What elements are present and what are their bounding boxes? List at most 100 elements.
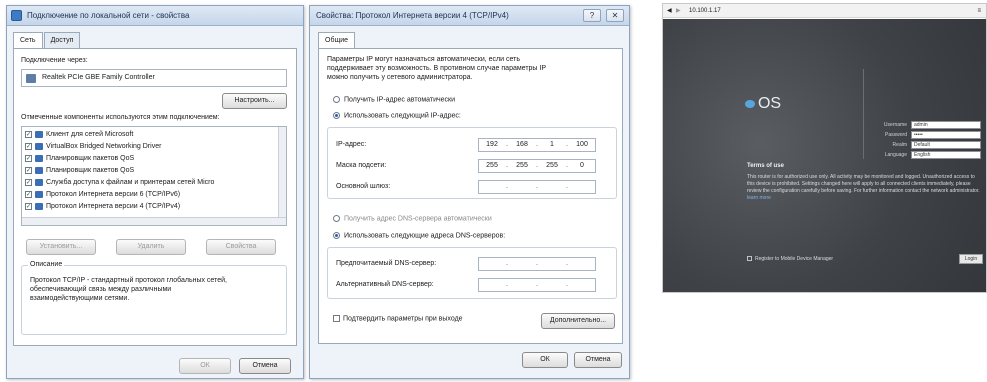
back-icon[interactable]: ◀	[667, 4, 672, 18]
validate-label: Подтвердить параметры при выходе	[343, 315, 463, 323]
components-list[interactable]: ✓ Клиент для сетей Microsoft ✓ VirtualBox B…	[21, 126, 287, 226]
auto-dns-radio[interactable]	[333, 215, 340, 222]
cancel-button[interactable]: Отмена	[239, 358, 291, 374]
login-button[interactable]: Login	[959, 254, 983, 264]
components-hscroll[interactable]	[22, 217, 286, 225]
install-button[interactable]: Установить...	[26, 239, 96, 255]
login-select[interactable]: English	[911, 151, 981, 159]
remove-button[interactable]: Удалить	[116, 239, 186, 255]
close-icon[interactable]: ✕	[606, 9, 624, 22]
component-checkbox[interactable]: ✓	[25, 190, 32, 198]
component-row[interactable]: ✓ Клиент для сетей Microsoft	[22, 129, 286, 141]
manual-ip-option[interactable]: Использовать следующий IP-адрес:	[333, 112, 461, 119]
manual-dns-label: Использовать следующие адреса DNS-сервер…	[344, 232, 506, 240]
address-bar[interactable]: ◀ ▶ 10.100.1.17 ≡	[663, 4, 986, 18]
components-vscroll[interactable]	[278, 127, 286, 217]
ip-octet: 100	[576, 141, 588, 148]
component-label: Протокол Интернета версии 6 (TCP/IPv6)	[46, 191, 181, 198]
component-icon	[35, 190, 43, 198]
ip-address-label: IP-адрес:	[336, 141, 367, 148]
login-field-label: Language	[884, 152, 907, 158]
ok-button[interactable]: ОК	[179, 358, 231, 374]
component-icon	[35, 202, 43, 210]
ip-address-field[interactable]: 192. 168. 1. 100	[478, 138, 596, 152]
gateway-field[interactable]: ...	[478, 180, 596, 194]
configure-button[interactable]: Настроить...	[222, 93, 287, 109]
description-group: Описание Протокол TCP/IP - стандартный п…	[21, 261, 287, 335]
menu-icon[interactable]: ≡	[977, 4, 981, 18]
component-row[interactable]: ✓ Планировщик пакетов QoS	[22, 165, 286, 177]
forward-icon[interactable]: ▶	[676, 4, 681, 18]
manual-ip-radio[interactable]	[333, 112, 340, 119]
cancel-button[interactable]: Отмена	[574, 352, 622, 368]
advanced-button[interactable]: Дополнительно...	[541, 313, 615, 329]
component-row[interactable]: ✓ Протокол Интернета версии 6 (TCP/IPv6)	[22, 189, 286, 201]
ok-button[interactable]: ОК	[522, 352, 568, 368]
window-title: Подключение по локальной сети - свойства	[27, 11, 190, 20]
mask-octet: 255	[486, 162, 498, 169]
auto-ip-option[interactable]: Получить IP-адрес автоматически	[333, 96, 455, 103]
ip-group: IP-адрес: 192. 168. 1. 100 Маска подсети…	[327, 127, 617, 199]
component-row[interactable]: ✓ VirtualBox Bridged Networking Driver	[22, 141, 286, 153]
tab-general[interactable]: Общие	[318, 32, 356, 49]
component-label: Служба доступа к файлам и принтерам сете…	[46, 179, 215, 186]
auto-dns-label: Получить адрес DNS-сервера автоматически	[344, 215, 492, 223]
mask-octet: 0	[580, 162, 584, 169]
component-label: Планировщик пакетов QoS	[46, 155, 135, 162]
tab-network[interactable]: Сеть	[13, 32, 43, 49]
ipv4-properties-titlebar[interactable]: Свойства: Протокол Интернета версии 4 (T…	[310, 6, 629, 26]
manual-dns-option[interactable]: Использовать следующие адреса DNS-сервер…	[333, 232, 505, 239]
component-icon	[35, 130, 43, 138]
component-icon	[35, 166, 43, 174]
connection-properties-window: Подключение по локальной сети - свойства…	[6, 5, 304, 379]
properties-button[interactable]: Свойства	[206, 239, 276, 255]
description-text: Протокол TCP/IP - стандартный протокол г…	[30, 277, 227, 302]
general-tab-panel: Параметры IP могут назначаться автоматич…	[318, 48, 623, 344]
validate-option[interactable]: Подтвердить параметры при выходе	[333, 315, 463, 322]
connection-properties-titlebar[interactable]: Подключение по локальной сети - свойства	[7, 6, 303, 26]
validate-checkbox[interactable]	[333, 315, 340, 322]
component-checkbox[interactable]: ✓	[25, 142, 32, 150]
adapter-icon	[26, 74, 36, 83]
preferred-dns-field[interactable]: ...	[478, 257, 596, 271]
component-row[interactable]: ✓ Протокол Интернета версии 4 (TCP/IPv4)	[22, 201, 286, 213]
auto-dns-option[interactable]: Получить адрес DNS-сервера автоматически	[333, 215, 492, 222]
login-input[interactable]: admin	[911, 121, 981, 129]
window-title: Свойства: Протокол Интернета версии 4 (T…	[316, 11, 509, 20]
preferred-dns-label: Предпочитаемый DNS-сервер:	[336, 260, 437, 267]
login-page: OS Username admin Password ••••• Realm Defaul…	[663, 19, 986, 292]
help-icon[interactable]: ?	[583, 9, 601, 22]
login-select[interactable]: Default	[911, 141, 981, 149]
login-input[interactable]: •••••	[911, 131, 981, 139]
component-icon	[35, 142, 43, 150]
remember-checkbox[interactable]	[747, 256, 752, 262]
connect-via-label: Подключение через:	[21, 57, 88, 64]
gateway-label: Основной шлюз:	[336, 183, 391, 190]
component-row[interactable]: ✓ Планировщик пакетов QoS	[22, 153, 286, 165]
tab-strip: Общие	[318, 32, 356, 49]
logo-divider	[863, 69, 864, 159]
auto-ip-radio[interactable]	[333, 96, 340, 103]
auto-ip-label: Получить IP-адрес автоматически	[344, 96, 456, 104]
terms-heading: Terms of use	[747, 163, 784, 169]
adapter-name: Realtek PCIe GBE Family Controller	[42, 74, 155, 81]
terms-text: This router is for authorized use only. …	[747, 174, 983, 202]
tab-strip: Сеть Доступ	[13, 32, 81, 49]
intro-text: Параметры IP могут назначаться автоматич…	[327, 56, 546, 81]
alternate-dns-field[interactable]: ...	[478, 278, 596, 292]
login-field-label: Username	[883, 122, 907, 128]
component-checkbox[interactable]: ✓	[25, 154, 32, 162]
manual-dns-radio[interactable]	[333, 232, 340, 239]
terms-link[interactable]: learn more	[747, 195, 771, 201]
browser-window: ◀ ▶ 10.100.1.17 ≡ OS Username admin Passwo…	[662, 3, 987, 293]
component-checkbox[interactable]: ✓	[25, 202, 32, 210]
component-checkbox[interactable]: ✓	[25, 166, 32, 174]
component-checkbox[interactable]: ✓	[25, 130, 32, 138]
subnet-mask-field[interactable]: 255. 255. 255. 0	[478, 159, 596, 173]
component-row[interactable]: ✓ Служба доступа к файлам и принтерам сет…	[22, 177, 286, 189]
component-checkbox[interactable]: ✓	[25, 178, 32, 186]
page-url[interactable]: 10.100.1.17	[689, 4, 721, 18]
tab-sharing[interactable]: Доступ	[43, 32, 81, 48]
terms-body: This router is for authorized use only. …	[747, 174, 980, 194]
remember-option[interactable]: Register to Mobile Device Manager	[747, 256, 833, 262]
